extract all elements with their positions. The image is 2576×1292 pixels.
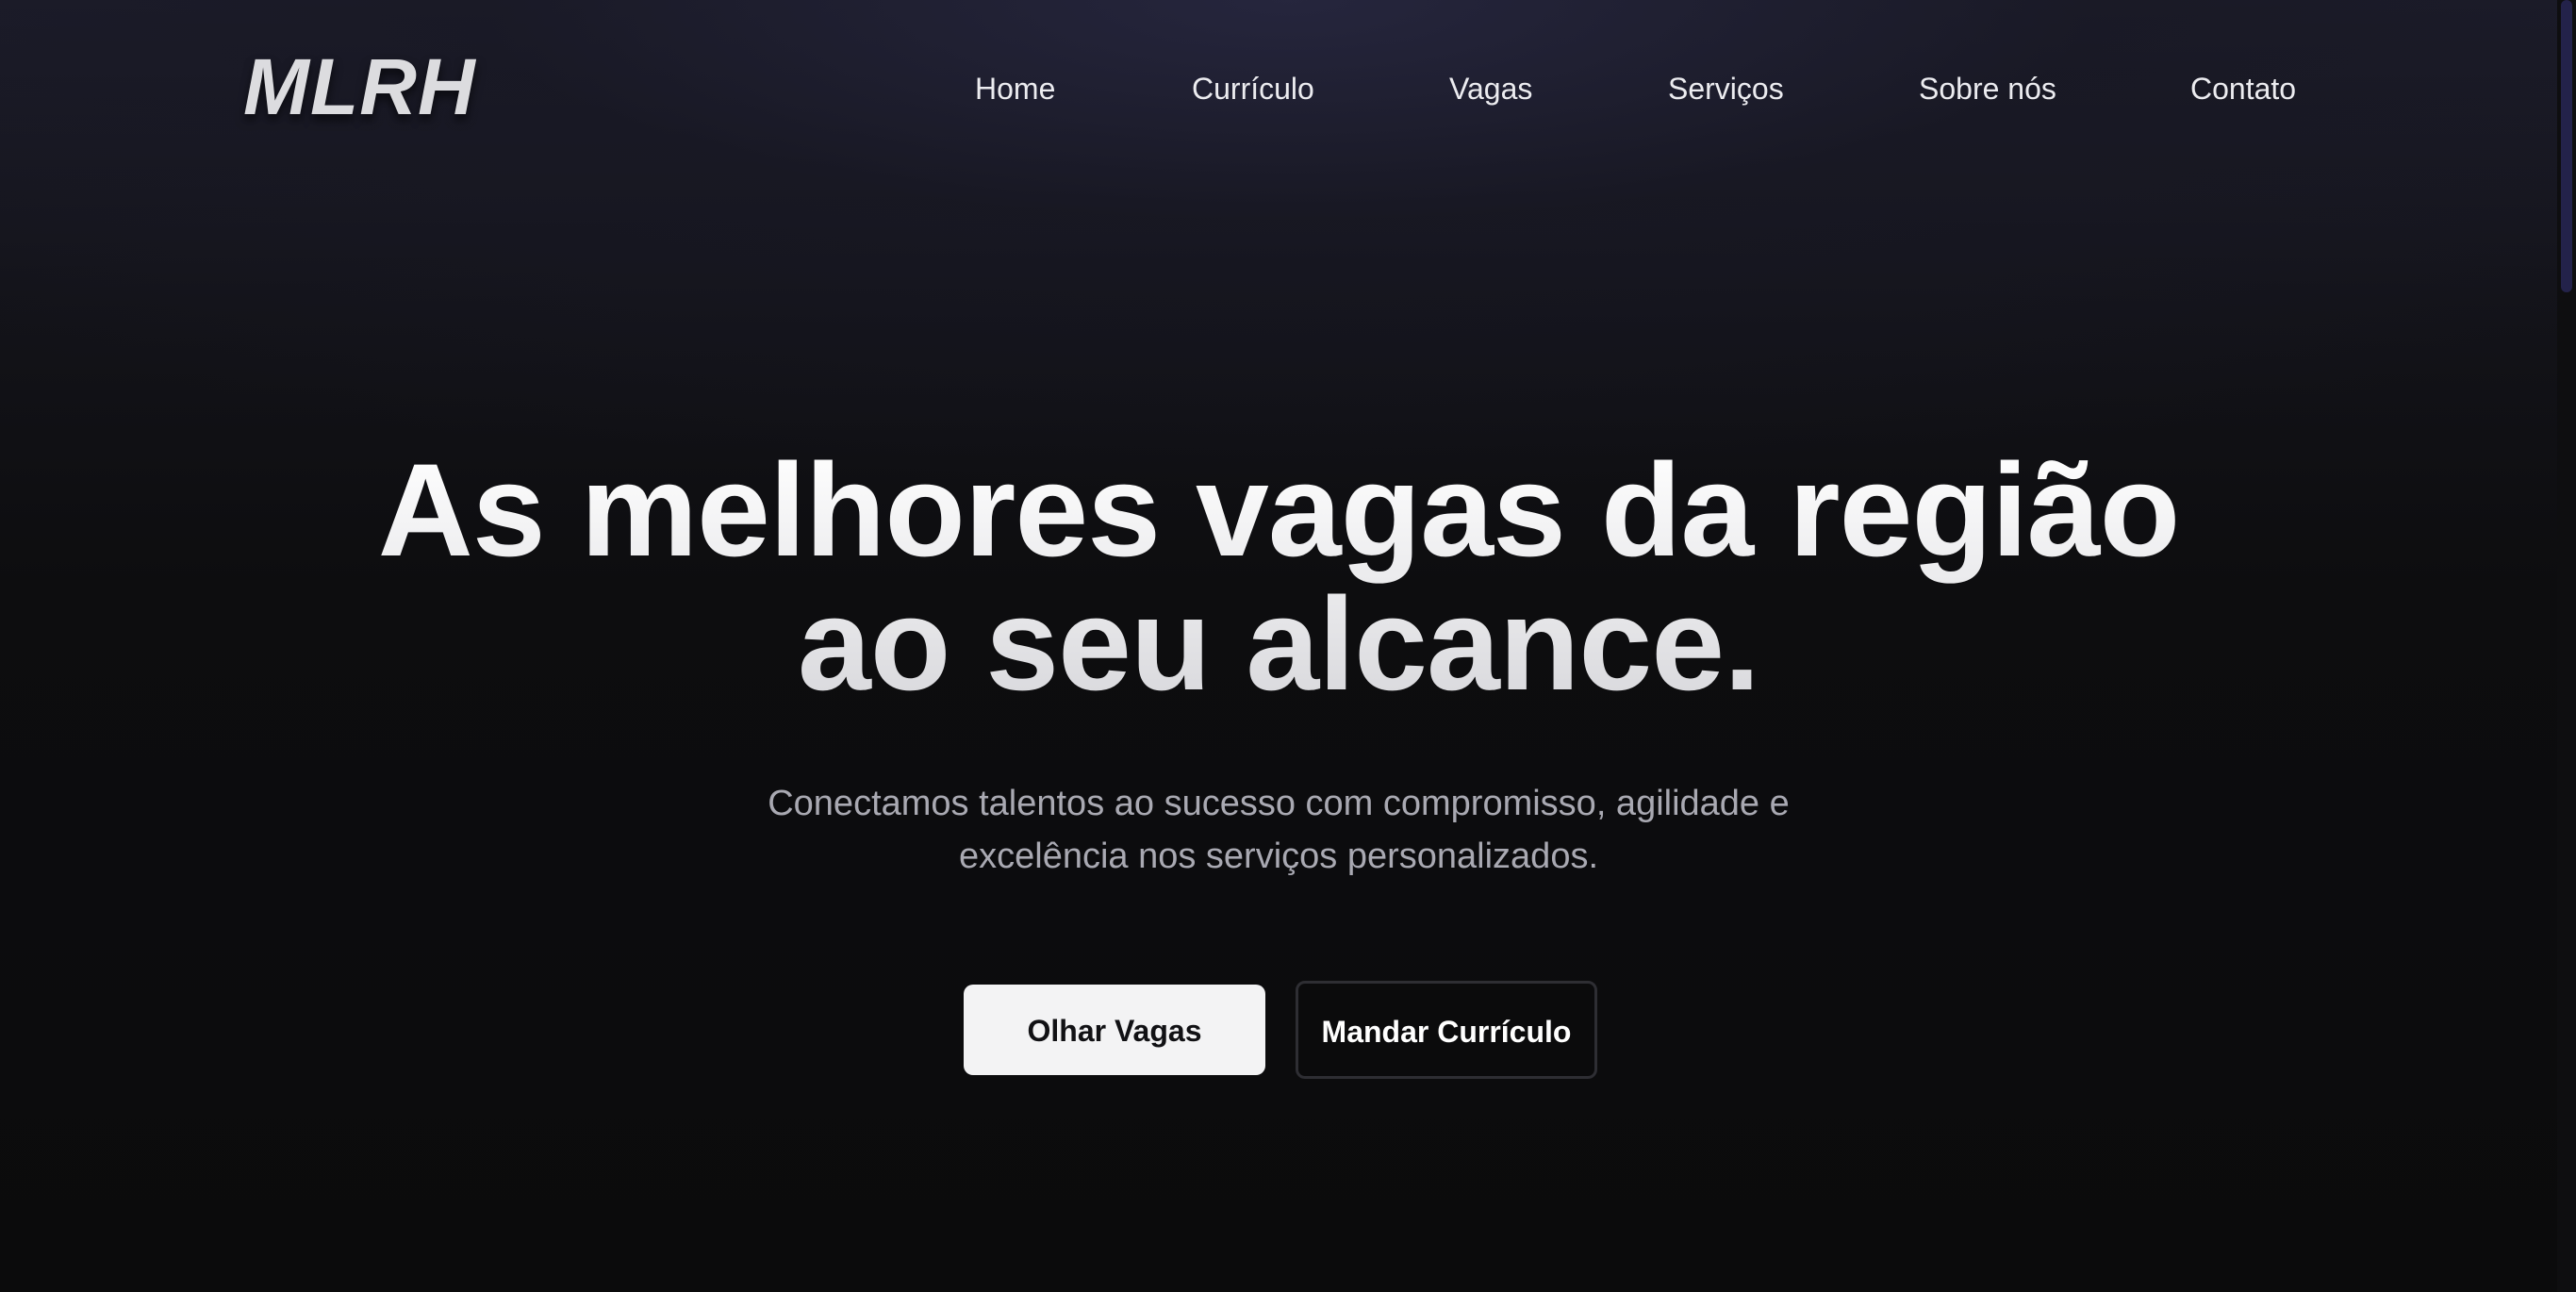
- nav-link-sobre-nos[interactable]: Sobre nós: [1919, 60, 2056, 117]
- hero-subtitle-line-2: excelência nos serviços personalizados.: [958, 836, 1599, 876]
- hero-cta-row: Olhar Vagas Mandar Currículo: [0, 981, 2557, 1079]
- main-nav: Home Currículo Vagas Serviços Sobre nós …: [0, 60, 2557, 117]
- scrollbar-thumb[interactable]: [2561, 0, 2572, 292]
- nav-link-home[interactable]: Home: [975, 60, 1055, 117]
- nav-link-curriculo[interactable]: Currículo: [1192, 60, 1314, 117]
- send-resume-button[interactable]: Mandar Currículo: [1296, 981, 1597, 1079]
- hero-title-line-1: As melhores vagas da região: [377, 436, 2180, 584]
- hero-title: As melhores vagas da região ao seu alcan…: [0, 443, 2557, 711]
- page-scrollbar[interactable]: [2557, 0, 2576, 1292]
- nav-link-servicos[interactable]: Serviços: [1668, 60, 1784, 117]
- nav-link-contato[interactable]: Contato: [2190, 60, 2296, 117]
- hero-subtitle-line-1: Conectamos talentos ao sucesso com compr…: [768, 784, 1790, 823]
- hero-section: As melhores vagas da região ao seu alcan…: [0, 443, 2557, 883]
- hero-title-line-2: ao seu alcance.: [797, 570, 1760, 718]
- nav-link-vagas[interactable]: Vagas: [1449, 60, 1532, 117]
- view-jobs-button[interactable]: Olhar Vagas: [964, 985, 1265, 1075]
- hero-subtitle: Conectamos talentos ao sucesso com compr…: [689, 777, 1868, 883]
- top-navbar: MLRH Home Currículo Vagas Serviços Sobre…: [0, 0, 2557, 179]
- landing-page: MLRH Home Currículo Vagas Serviços Sobre…: [0, 0, 2576, 1292]
